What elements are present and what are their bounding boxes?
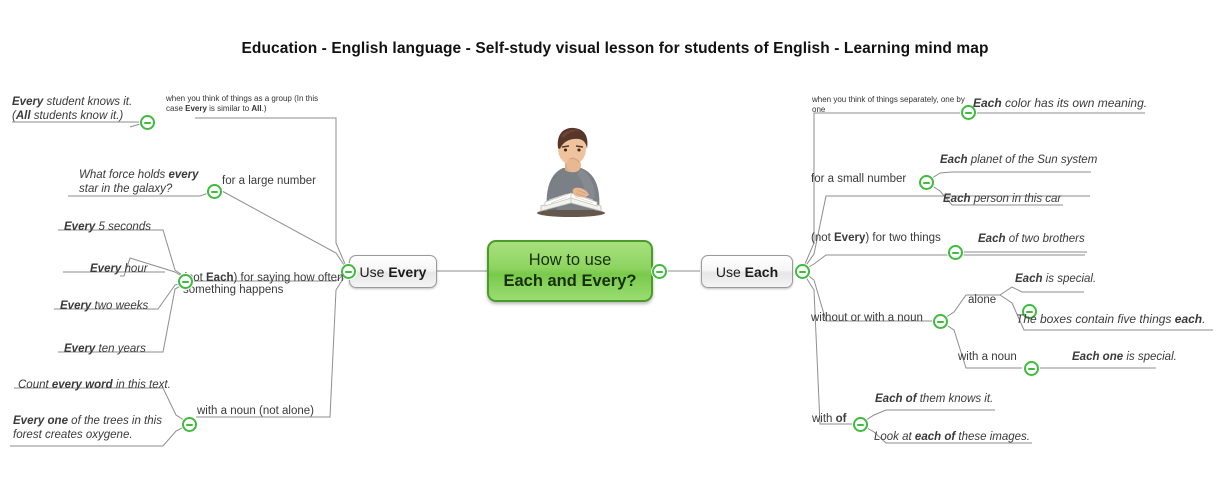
label-text-small-number: for a small number	[811, 173, 907, 185]
collapse-icon-how-often[interactable]	[178, 274, 193, 289]
page-title: Education - English language - Self-stud…	[241, 40, 989, 57]
student-reading-books-illustration	[537, 127, 605, 217]
branch-label-use-every: Use Every	[359, 263, 427, 280]
collapse-icon-think-as-group[interactable]	[140, 115, 155, 130]
leaf-text-each-color: Each color has its own meaning.	[973, 96, 1148, 110]
leaf-what-force[interactable]: What force holds every star in the galax…	[79, 169, 199, 196]
leaf-count-every-word[interactable]: Count every word in this text.	[18, 379, 171, 393]
leaf-text-force-2: star in the galaxy?	[79, 182, 173, 195]
leaf-text-hour: Every hour	[90, 263, 148, 275]
leaf-two-brothers[interactable]: Each of two brothers	[978, 233, 1085, 247]
leaf-text-trees-1: Every one of the trees in this	[13, 415, 162, 427]
collapse-icon-for-a-small-number[interactable]	[919, 175, 934, 190]
label-for-a-large-number[interactable]: for a large number	[222, 175, 316, 189]
leaf-text-each-one-special: Each one is special.	[1072, 351, 1177, 363]
label-with-of[interactable]: with of	[812, 413, 847, 427]
collapse-icon-for-a-large-number[interactable]	[207, 184, 222, 199]
leaf-text-each-special: Each is special.	[1015, 273, 1097, 285]
label-alone[interactable]: alone	[968, 294, 996, 308]
branch-label-use-each: Use Each	[715, 263, 779, 280]
leaf-text-boxes: The boxes contain five things each.	[1016, 312, 1206, 326]
leaf-look-at-each[interactable]: Look at each of these images.	[874, 431, 1030, 445]
collapse-icon-with-of[interactable]	[853, 417, 868, 432]
leaf-text-each-of-them: Each of them knows it.	[875, 393, 994, 405]
leaf-every-ten-years[interactable]: Every ten years	[64, 343, 146, 357]
label-text-group-note: when you think of things as a group (In …	[166, 94, 319, 113]
label-text-with-of: with of	[812, 413, 847, 425]
leaf-text-brothers: Each of two brothers	[978, 233, 1085, 245]
label-text-howoften-2: something happens	[183, 284, 284, 296]
root-node[interactable]: How to use Each and Every?	[487, 240, 653, 302]
label-without-or-with-a-noun[interactable]: without or with a noun	[811, 312, 923, 326]
branch-node-use-every[interactable]: Use Every	[349, 255, 437, 288]
branch-node-use-each[interactable]: Use Each	[701, 255, 793, 288]
mindmap-canvas: Education - English language - Self-stud…	[0, 0, 1230, 500]
leaf-each-is-special[interactable]: Each is special.	[1015, 273, 1096, 287]
collapse-icon-without-or-with-a-noun[interactable]	[933, 314, 948, 329]
collapse-icon-with-a-noun[interactable]	[1024, 361, 1039, 376]
collapse-icon-use-each[interactable]	[795, 264, 810, 279]
leaf-text-2weeks: Every two weeks	[60, 300, 149, 312]
leaf-text-5sec: Every 5 seconds	[64, 221, 151, 233]
leaf-text-every-student-2: (All students know it.)	[12, 109, 124, 122]
label-how-often[interactable]: (not Each) for saying how often somethin…	[183, 272, 343, 296]
leaf-text-force-1: What force holds every	[79, 169, 199, 181]
label-text-howoften-1: (not Each) for saying how often	[183, 272, 344, 284]
collapse-icon-root[interactable]	[652, 264, 667, 279]
leaf-each-color[interactable]: Each color has its own meaning.	[973, 96, 1148, 111]
leaf-every-two-weeks[interactable]: Every two weeks	[60, 300, 148, 314]
label-with-a-noun-not-alone[interactable]: with a noun (not alone)	[197, 405, 314, 419]
label-with-a-noun[interactable]: with a noun	[958, 351, 1017, 365]
collapse-icon-for-two-things[interactable]	[948, 245, 963, 260]
leaf-text-planet: Each planet of the Sun system	[940, 154, 1098, 166]
label-for-a-small-number[interactable]: for a small number	[811, 173, 906, 187]
leaf-text-trees-2: forest creates oxygene.	[13, 428, 133, 441]
label-text-large-number: for a large number	[222, 175, 316, 187]
leaf-text-count-word: Count every word in this text.	[18, 379, 171, 391]
label-think-separately[interactable]: when you think of things separately, one…	[812, 95, 972, 114]
collapse-icon-with-a-noun-not-alone[interactable]	[182, 417, 197, 432]
root-line-2: Each and Every?	[503, 272, 637, 290]
label-text-with-noun-not-alone: with a noun (not alone)	[197, 405, 314, 417]
label-text-separately-note: when you think of things separately, one…	[812, 95, 965, 114]
leaf-text-look-at: Look at each of these images.	[874, 431, 1030, 443]
label-think-as-group[interactable]: when you think of things as a group (In …	[166, 94, 336, 113]
label-text-with-a-noun: with a noun	[958, 351, 1017, 363]
label-for-two-things[interactable]: (not Every) for two things	[811, 232, 941, 246]
leaf-every-5-seconds[interactable]: Every 5 seconds	[64, 221, 151, 235]
leaf-each-of-them[interactable]: Each of them knows it.	[875, 393, 993, 407]
leaf-every-student[interactable]: Every student knows it. (All students kn…	[12, 96, 132, 123]
root-line-1: How to use	[528, 251, 612, 269]
leaf-each-planet[interactable]: Each planet of the Sun system	[940, 154, 1097, 168]
label-text-without-or-with: without or with a noun	[811, 312, 923, 324]
leaf-each-one-special[interactable]: Each one is special.	[1072, 351, 1177, 365]
leaf-text-person: Each person in this car	[943, 193, 1062, 205]
label-text-two-things: (not Every) for two things	[811, 232, 941, 244]
label-text-alone: alone	[968, 294, 997, 306]
leaf-text-10years: Every ten years	[64, 343, 146, 355]
leaf-text-every-student-1: Every student knows it.	[12, 96, 133, 108]
leaf-every-one-trees[interactable]: Every one of the trees in this forest cr…	[13, 415, 162, 442]
leaf-each-person[interactable]: Each person in this car	[943, 193, 1061, 207]
leaf-every-hour[interactable]: Every hour	[90, 263, 148, 277]
leaf-boxes-contain[interactable]: The boxes contain five things each.	[1016, 312, 1206, 327]
